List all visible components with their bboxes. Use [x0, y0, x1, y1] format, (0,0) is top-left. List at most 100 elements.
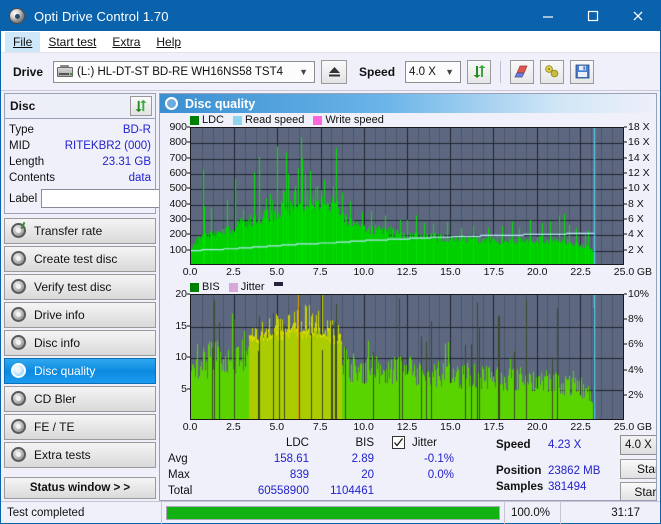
axis-tick-label: 7.5 — [312, 266, 328, 278]
drive-icon — [57, 64, 74, 79]
bis-chart-plot[interactable] — [190, 294, 624, 420]
menu-bar: File Start test Extra Help — [1, 31, 660, 53]
main-panel-title: Disc quality — [185, 96, 256, 111]
check-icon — [394, 438, 403, 447]
status-message: Test completed — [7, 506, 85, 519]
close-button[interactable] — [615, 1, 660, 31]
stats-bis-total: 1104461 — [330, 485, 374, 497]
axis-tick-label: 10.0 — [353, 421, 374, 433]
sidebar-item-disc-quality[interactable]: Disc quality — [4, 358, 156, 384]
axis-tick-label: 200 — [169, 228, 187, 241]
status-window-button[interactable]: Status window > > — [4, 477, 156, 499]
disc-panel: Disc Type BD-R MID RITEKBR2 (000) Length… — [4, 93, 246, 214]
sidebar-item-verify-test-disc[interactable]: Verify test disc — [4, 274, 156, 300]
menu-start-test[interactable]: Start test — [40, 32, 104, 52]
speed-select-value: 4.0 X — [409, 65, 436, 78]
disc-icon — [165, 96, 179, 111]
axis-tick-label: 22.5 — [570, 421, 591, 433]
start-full-button[interactable]: Start full — [620, 459, 656, 479]
legend-label-read-speed: Read speed — [245, 114, 305, 126]
sidebar-item-disc-quality-label: Disc quality — [34, 364, 96, 378]
bis-chart-wrap: BIS Jitter 5 10 15 20 2% 4% 6% 8% 10% 0.0 2.5 5.0… — [160, 280, 656, 435]
menu-help[interactable]: Help — [148, 32, 189, 52]
disc-row-length-key: Length — [9, 156, 45, 168]
axis-tick-label: 900 — [169, 121, 187, 133]
disc-row-contents-value: data — [128, 172, 151, 184]
axis-tick-label: 8% — [628, 313, 644, 326]
ldc-chart-legend: LDC Read speed Write speed — [162, 113, 654, 127]
axis-tick-label: 7.5 — [312, 421, 328, 433]
sidebar-item-extra-tests[interactable]: Extra tests — [4, 442, 156, 468]
axis-tick-label: 400 — [169, 197, 187, 210]
progress-bar-cell — [161, 501, 504, 524]
tools-button[interactable] — [540, 59, 565, 84]
axis-tick-label: 6% — [628, 338, 644, 351]
app-window: Opti Drive Control 1.70 File Start test … — [0, 0, 661, 524]
bis-chart-x-axis: 0.0 2.5 5.0 7.5 10.0 12.5 15.0 17.5 20.0 22.5 25.0… — [183, 420, 652, 435]
axis-tick-label: 16 X — [628, 136, 650, 149]
speed-select[interactable]: 4.0 X ▼ — [405, 60, 462, 83]
stats-samples-value: 381494 — [548, 481, 587, 493]
axis-unit-label: GB — [636, 421, 652, 433]
stats-row-avg-label: Avg — [168, 453, 188, 465]
sidebar-item-drive-info[interactable]: Drive info — [4, 302, 156, 328]
axis-tick-label: 6 X — [628, 213, 644, 225]
ldc-chart-plot[interactable] — [190, 127, 624, 265]
axis-tick-label: 2.5 — [226, 266, 241, 278]
sidebar-item-create-test-disc[interactable]: Create test disc — [4, 246, 156, 272]
stats-position-label: Position — [496, 465, 542, 477]
disc-row-length-value: 23.31 GB — [102, 156, 151, 168]
sidebar-item-cd-bler-label: CD Bler — [34, 392, 77, 406]
jitter-label: Jitter — [412, 437, 437, 449]
stats-row-max-label: Max — [168, 469, 190, 481]
maximize-button[interactable] — [570, 1, 615, 31]
axis-tick-label: 12.5 — [396, 421, 418, 433]
sidebar-item-transfer-rate[interactable]: Transfer rate — [4, 218, 156, 244]
stats-header-ldc: LDC — [285, 437, 309, 449]
axis-tick-label: 20.0 — [526, 421, 548, 433]
disc-panel-header: Disc — [5, 94, 155, 119]
drive-select[interactable]: (L:) HL-DT-ST BD-RE WH16NS58 TST4 ▼ — [53, 60, 316, 83]
erase-button[interactable] — [510, 59, 535, 84]
ldc-chart-x-axis: 0.0 2.5 5.0 7.5 10.0 12.5 15.0 17.5 20.0 22.5 25.0… — [183, 265, 652, 280]
bis-chart-y2-axis: 2% 4% 6% 8% 10% — [624, 288, 654, 420]
disc-refresh-button[interactable] — [130, 96, 152, 116]
menu-file[interactable]: File — [5, 31, 41, 52]
status-bar: Test completed 100.0% 31:17 — [1, 501, 660, 524]
start-part-button[interactable]: Start part — [620, 482, 656, 500]
ldc-chart-y-axis: 100 200 300 400 500 600 700 800 900 — [162, 121, 190, 265]
axis-tick-label: 14 X — [628, 151, 650, 164]
eject-button[interactable] — [321, 59, 348, 84]
legend-swatch-ldc — [190, 115, 199, 125]
bis-plot-row: 5 10 15 20 2% 4% 6% 8% 10% — [162, 288, 654, 420]
stats-speed-label: Speed — [496, 439, 531, 451]
sidebar-item-fe-te[interactable]: FE / TE — [4, 414, 156, 440]
progress-percent: 100.0% — [504, 501, 560, 524]
save-button[interactable] — [570, 59, 595, 84]
axis-tick-label: 2 X — [628, 243, 644, 256]
jitter-checkbox[interactable] — [392, 436, 405, 449]
axis-tick-label: 10 X — [628, 182, 650, 195]
axis-tick-label: 300 — [169, 213, 187, 225]
axis-tick-label: 17.5 — [483, 421, 505, 433]
sidebar-item-cd-bler[interactable]: CD Bler — [4, 386, 156, 412]
legend-swatch-jitter — [228, 282, 238, 292]
disc-icon — [11, 447, 27, 463]
sidebar-item-disc-info[interactable]: Disc info — [4, 330, 156, 356]
disc-row-type-value: BD-R — [122, 124, 151, 136]
test-speed-select[interactable]: 4.0 X ▼ — [620, 435, 656, 455]
axis-tick-label: 15.0 — [440, 266, 461, 278]
stats-samples-label: Samples — [496, 481, 544, 493]
stats-jitter-max: 0.0% — [427, 469, 454, 481]
jitter-marker-icon — [273, 281, 283, 286]
toolbar: Drive (L:) HL-DT-ST BD-RE WH16NS58 TST4 … — [1, 53, 660, 91]
menu-extra[interactable]: Extra — [104, 32, 148, 52]
axis-tick-label: 4 X — [628, 228, 644, 241]
minimize-button[interactable] — [525, 1, 570, 31]
disc-row-mid: MID RITEKBR2 (000) — [9, 138, 151, 154]
legend-label-jitter: Jitter — [240, 281, 265, 293]
stats-ldc-max: 839 — [289, 469, 309, 481]
refresh-button[interactable] — [467, 59, 492, 84]
axis-tick-label: 5.0 — [269, 266, 285, 278]
